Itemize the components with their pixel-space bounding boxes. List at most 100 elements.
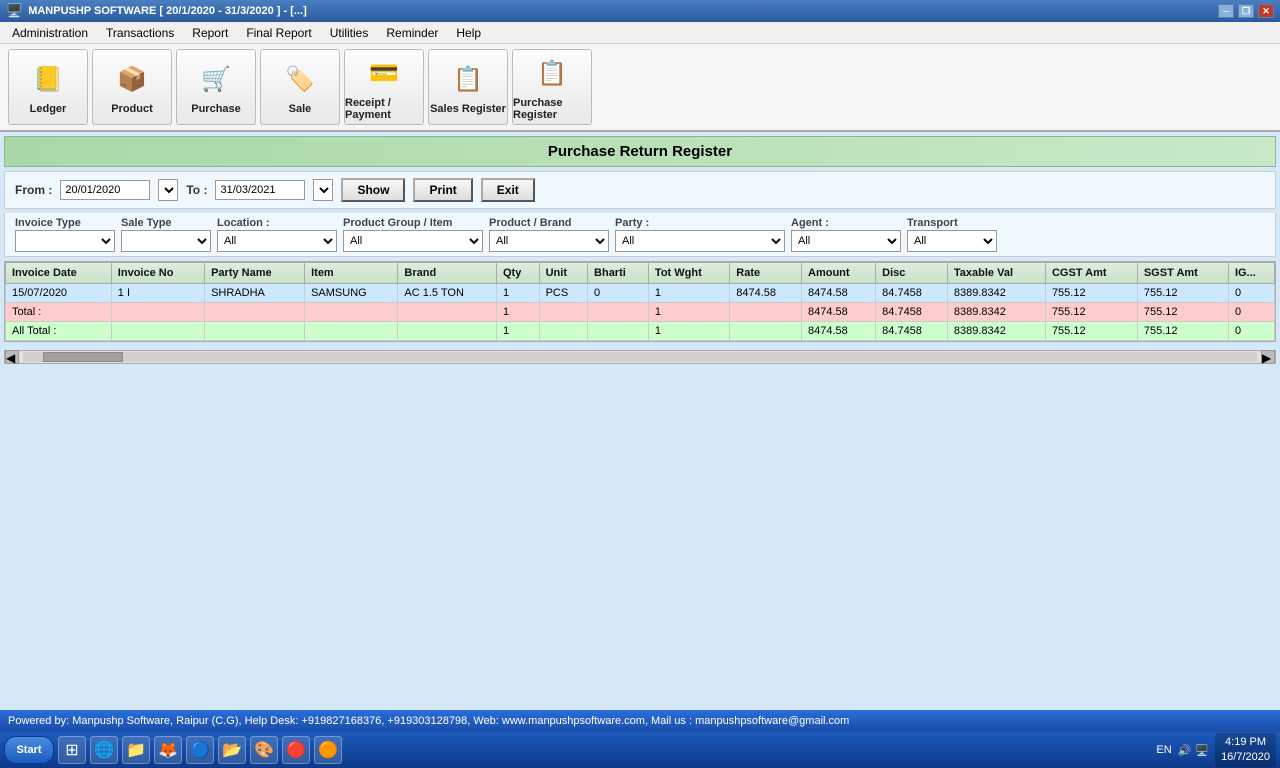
menu-administration[interactable]: Administration bbox=[4, 24, 96, 42]
toolbar-purchase[interactable]: 🛒 Purchase bbox=[176, 49, 256, 125]
taskbar-locale: EN bbox=[1156, 744, 1171, 756]
taskbar-icon-firefox[interactable]: 🦊 bbox=[154, 736, 182, 764]
table-cell: 1 bbox=[496, 284, 539, 303]
menu-bar: Administration Transactions Report Final… bbox=[0, 22, 1280, 44]
to-date-input[interactable] bbox=[215, 180, 305, 200]
table-cell bbox=[588, 303, 649, 322]
taskbar-clock[interactable]: 4:19 PM 16/7/2020 bbox=[1215, 733, 1276, 768]
table-cell: 8389.8342 bbox=[947, 284, 1045, 303]
taskbar-icon-app1[interactable]: 🔴 bbox=[282, 736, 310, 764]
minimize-button[interactable]: ─ bbox=[1218, 4, 1234, 18]
filter-bar: From : To : Show Print Exit bbox=[4, 171, 1276, 209]
col-tot-wght: Tot Wght bbox=[648, 263, 729, 284]
table-cell bbox=[398, 303, 497, 322]
print-button[interactable]: Print bbox=[413, 178, 472, 202]
col-brand: Brand bbox=[398, 263, 497, 284]
scroll-right-btn[interactable]: ▶ bbox=[1261, 350, 1275, 364]
table-cell bbox=[539, 303, 587, 322]
agent-select[interactable]: All bbox=[791, 230, 901, 252]
table-cell: SAMSUNG bbox=[305, 284, 398, 303]
app-icon: 🖥️ bbox=[6, 3, 22, 19]
sale-type-label: Sale Type bbox=[121, 217, 211, 229]
party-label: Party : bbox=[615, 217, 785, 229]
table-cell: 755.12 bbox=[1137, 322, 1228, 341]
table-cell: 15/07/2020 bbox=[6, 284, 112, 303]
exit-button[interactable]: Exit bbox=[481, 178, 535, 202]
table-cell bbox=[730, 322, 802, 341]
product-brand-select[interactable]: All bbox=[489, 230, 609, 252]
horizontal-scrollbar[interactable]: ◀ ▶ bbox=[4, 350, 1276, 364]
toolbar-ledger[interactable]: 📒 Ledger bbox=[8, 49, 88, 125]
taskbar-icon-ie[interactable]: 🌐 bbox=[90, 736, 118, 764]
from-date-input[interactable] bbox=[60, 180, 150, 200]
invoice-type-select[interactable] bbox=[15, 230, 115, 252]
menu-report[interactable]: Report bbox=[184, 24, 236, 42]
table-cell: 755.12 bbox=[1045, 322, 1137, 341]
table-cell: 1 bbox=[648, 284, 729, 303]
table-cell: 8474.58 bbox=[802, 322, 876, 341]
restore-button[interactable]: ❐ bbox=[1238, 4, 1254, 18]
start-button[interactable]: Start bbox=[4, 736, 54, 764]
to-date-picker[interactable] bbox=[313, 179, 333, 201]
table-cell: Total : bbox=[6, 303, 112, 322]
table-cell: 8389.8342 bbox=[947, 322, 1045, 341]
toolbar-sale[interactable]: 🏷️ Sale bbox=[260, 49, 340, 125]
menu-transactions[interactable]: Transactions bbox=[98, 24, 182, 42]
table-cell: 1 bbox=[648, 322, 729, 341]
table-cell bbox=[588, 322, 649, 341]
party-select[interactable]: All bbox=[615, 230, 785, 252]
toolbar: 📒 Ledger 📦 Product 🛒 Purchase 🏷️ Sale 💳 … bbox=[0, 44, 1280, 132]
scroll-thumb[interactable] bbox=[43, 352, 123, 362]
receipt-payment-icon: 💳 bbox=[364, 53, 404, 93]
title-bar: 🖥️ MANPUSHP SOFTWARE [ 20/1/2020 - 31/3/… bbox=[0, 0, 1280, 22]
product-group-select[interactable]: All bbox=[343, 230, 483, 252]
col-party-name: Party Name bbox=[205, 263, 305, 284]
menu-help[interactable]: Help bbox=[448, 24, 489, 42]
table-cell: 755.12 bbox=[1045, 303, 1137, 322]
col-amount: Amount bbox=[802, 263, 876, 284]
toolbar-purchase-register[interactable]: 📋 Purchase Register bbox=[512, 49, 592, 125]
taskbar-icon-app2[interactable]: 🟠 bbox=[314, 736, 342, 764]
table-cell: 1 bbox=[648, 303, 729, 322]
location-select[interactable]: All bbox=[217, 230, 337, 252]
table-cell bbox=[111, 303, 204, 322]
sale-type-select[interactable] bbox=[121, 230, 211, 252]
col-item: Item bbox=[305, 263, 398, 284]
show-button[interactable]: Show bbox=[341, 178, 405, 202]
toolbar-receipt-payment[interactable]: 💳 Receipt / Payment bbox=[344, 49, 424, 125]
taskbar-icon-windows[interactable]: ⊞ bbox=[58, 736, 86, 764]
menu-reminder[interactable]: Reminder bbox=[378, 24, 446, 42]
transport-label: Transport bbox=[907, 217, 997, 229]
speaker-icon: 🔊 bbox=[1178, 744, 1192, 757]
col-invoice-no: Invoice No bbox=[111, 263, 204, 284]
scroll-left-btn[interactable]: ◀ bbox=[5, 350, 19, 364]
taskbar-icon-paint[interactable]: 🎨 bbox=[250, 736, 278, 764]
from-date-picker[interactable] bbox=[158, 179, 178, 201]
ledger-icon: 📒 bbox=[28, 59, 68, 99]
invoice-type-label: Invoice Type bbox=[15, 217, 115, 229]
purchase-register-icon: 📋 bbox=[532, 53, 572, 93]
network-icon: 🖥️ bbox=[1195, 744, 1209, 757]
toolbar-product[interactable]: 📦 Product bbox=[92, 49, 172, 125]
table-cell: 755.12 bbox=[1137, 303, 1228, 322]
table-cell: AC 1.5 TON bbox=[398, 284, 497, 303]
table-cell: All Total : bbox=[6, 322, 112, 341]
taskbar-icon-folder[interactable]: 📁 bbox=[122, 736, 150, 764]
menu-utilities[interactable]: Utilities bbox=[322, 24, 377, 42]
filter-row2: Invoice Type Sale Type Location : All Pr… bbox=[4, 213, 1276, 257]
table-cell: 8389.8342 bbox=[947, 303, 1045, 322]
taskbar: Start ⊞ 🌐 📁 🦊 🔵 📂 🎨 🔴 🟠 EN 🔊 🖥️ 4:19 PM … bbox=[0, 732, 1280, 768]
toolbar-sales-register[interactable]: 📋 Sales Register bbox=[428, 49, 508, 125]
data-table: Invoice Date Invoice No Party Name Item … bbox=[5, 262, 1275, 341]
col-sgst-amt: SGST Amt bbox=[1137, 263, 1228, 284]
close-button[interactable]: ✕ bbox=[1258, 4, 1274, 18]
col-rate: Rate bbox=[730, 263, 802, 284]
purchase-icon: 🛒 bbox=[196, 59, 236, 99]
col-unit: Unit bbox=[539, 263, 587, 284]
taskbar-icon-explorer[interactable]: 📂 bbox=[218, 736, 246, 764]
menu-final-report[interactable]: Final Report bbox=[238, 24, 319, 42]
taskbar-icon-chrome[interactable]: 🔵 bbox=[186, 736, 214, 764]
transport-select[interactable]: All bbox=[907, 230, 997, 252]
table-cell: 8474.58 bbox=[802, 303, 876, 322]
table-cell bbox=[305, 303, 398, 322]
